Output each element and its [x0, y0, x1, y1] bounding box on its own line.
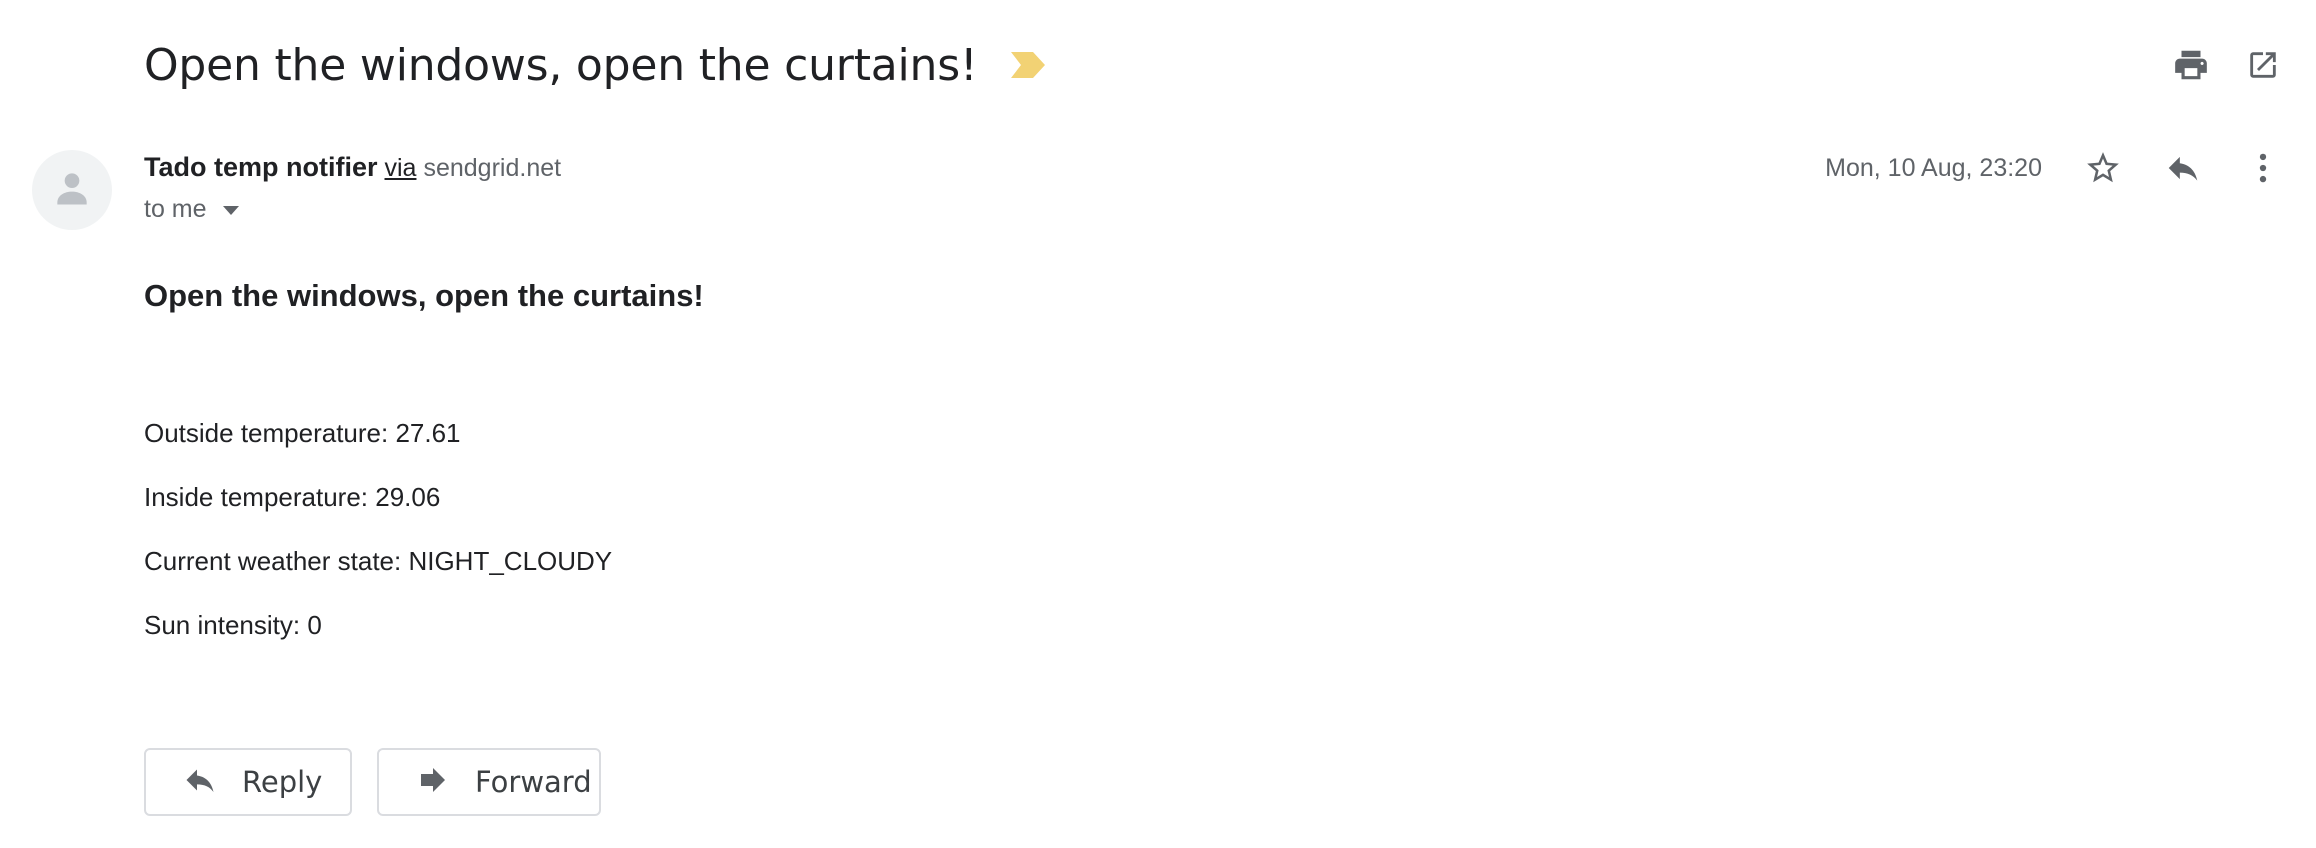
reply-icon: [2164, 149, 2202, 187]
print-button[interactable]: [2168, 42, 2214, 88]
reply-icon: [182, 762, 218, 803]
more-options-button[interactable]: [2240, 145, 2286, 191]
message-timestamp: Mon, 10 Aug, 23:20: [1825, 153, 2042, 182]
star-icon: [2084, 149, 2122, 187]
outside-temperature-line: Outside temperature: 27.61: [144, 418, 461, 448]
more-vert-icon: [2244, 149, 2282, 187]
top-actions: [2168, 42, 2286, 88]
sender-line: Tado temp notifier via sendgrid.net: [144, 152, 561, 183]
via-link[interactable]: via: [385, 154, 417, 183]
reply-button[interactable]: Reply: [144, 748, 352, 816]
forward-button-label: Forward: [475, 765, 592, 799]
reply-forward-actions: Reply Forward: [144, 748, 601, 816]
inside-temperature-line: Inside temperature: 29.06: [144, 482, 441, 512]
message-meta: Mon, 10 Aug, 23:20: [1825, 145, 2286, 191]
forward-button[interactable]: Forward: [377, 748, 601, 816]
chevron-down-icon: [222, 206, 239, 215]
star-button[interactable]: [2080, 145, 2126, 191]
sender-name[interactable]: Tado temp notifier: [144, 152, 378, 183]
forward-icon: [415, 762, 451, 803]
via-domain: sendgrid.net: [423, 154, 562, 182]
recipient-details-toggle[interactable]: to me: [144, 195, 239, 224]
sender-avatar[interactable]: [32, 150, 112, 230]
open-in-new-icon: [2246, 48, 2280, 82]
recipient-label: to me: [144, 195, 207, 223]
subject-row: Open the windows, open the curtains!: [144, 30, 1046, 100]
sun-intensity-line: Sun intensity: 0: [144, 610, 322, 640]
reply-button-label: Reply: [242, 765, 323, 799]
person-icon: [50, 166, 94, 215]
open-in-new-window-button[interactable]: [2240, 42, 2286, 88]
importance-marker-icon[interactable]: [1011, 52, 1046, 78]
reply-icon-button[interactable]: [2160, 145, 2206, 191]
subject-title: Open the windows, open the curtains!: [144, 39, 978, 91]
body-heading: Open the windows, open the curtains!: [144, 278, 704, 313]
weather-state-line: Current weather state: NIGHT_CLOUDY: [144, 546, 613, 576]
print-icon: [2172, 46, 2210, 84]
